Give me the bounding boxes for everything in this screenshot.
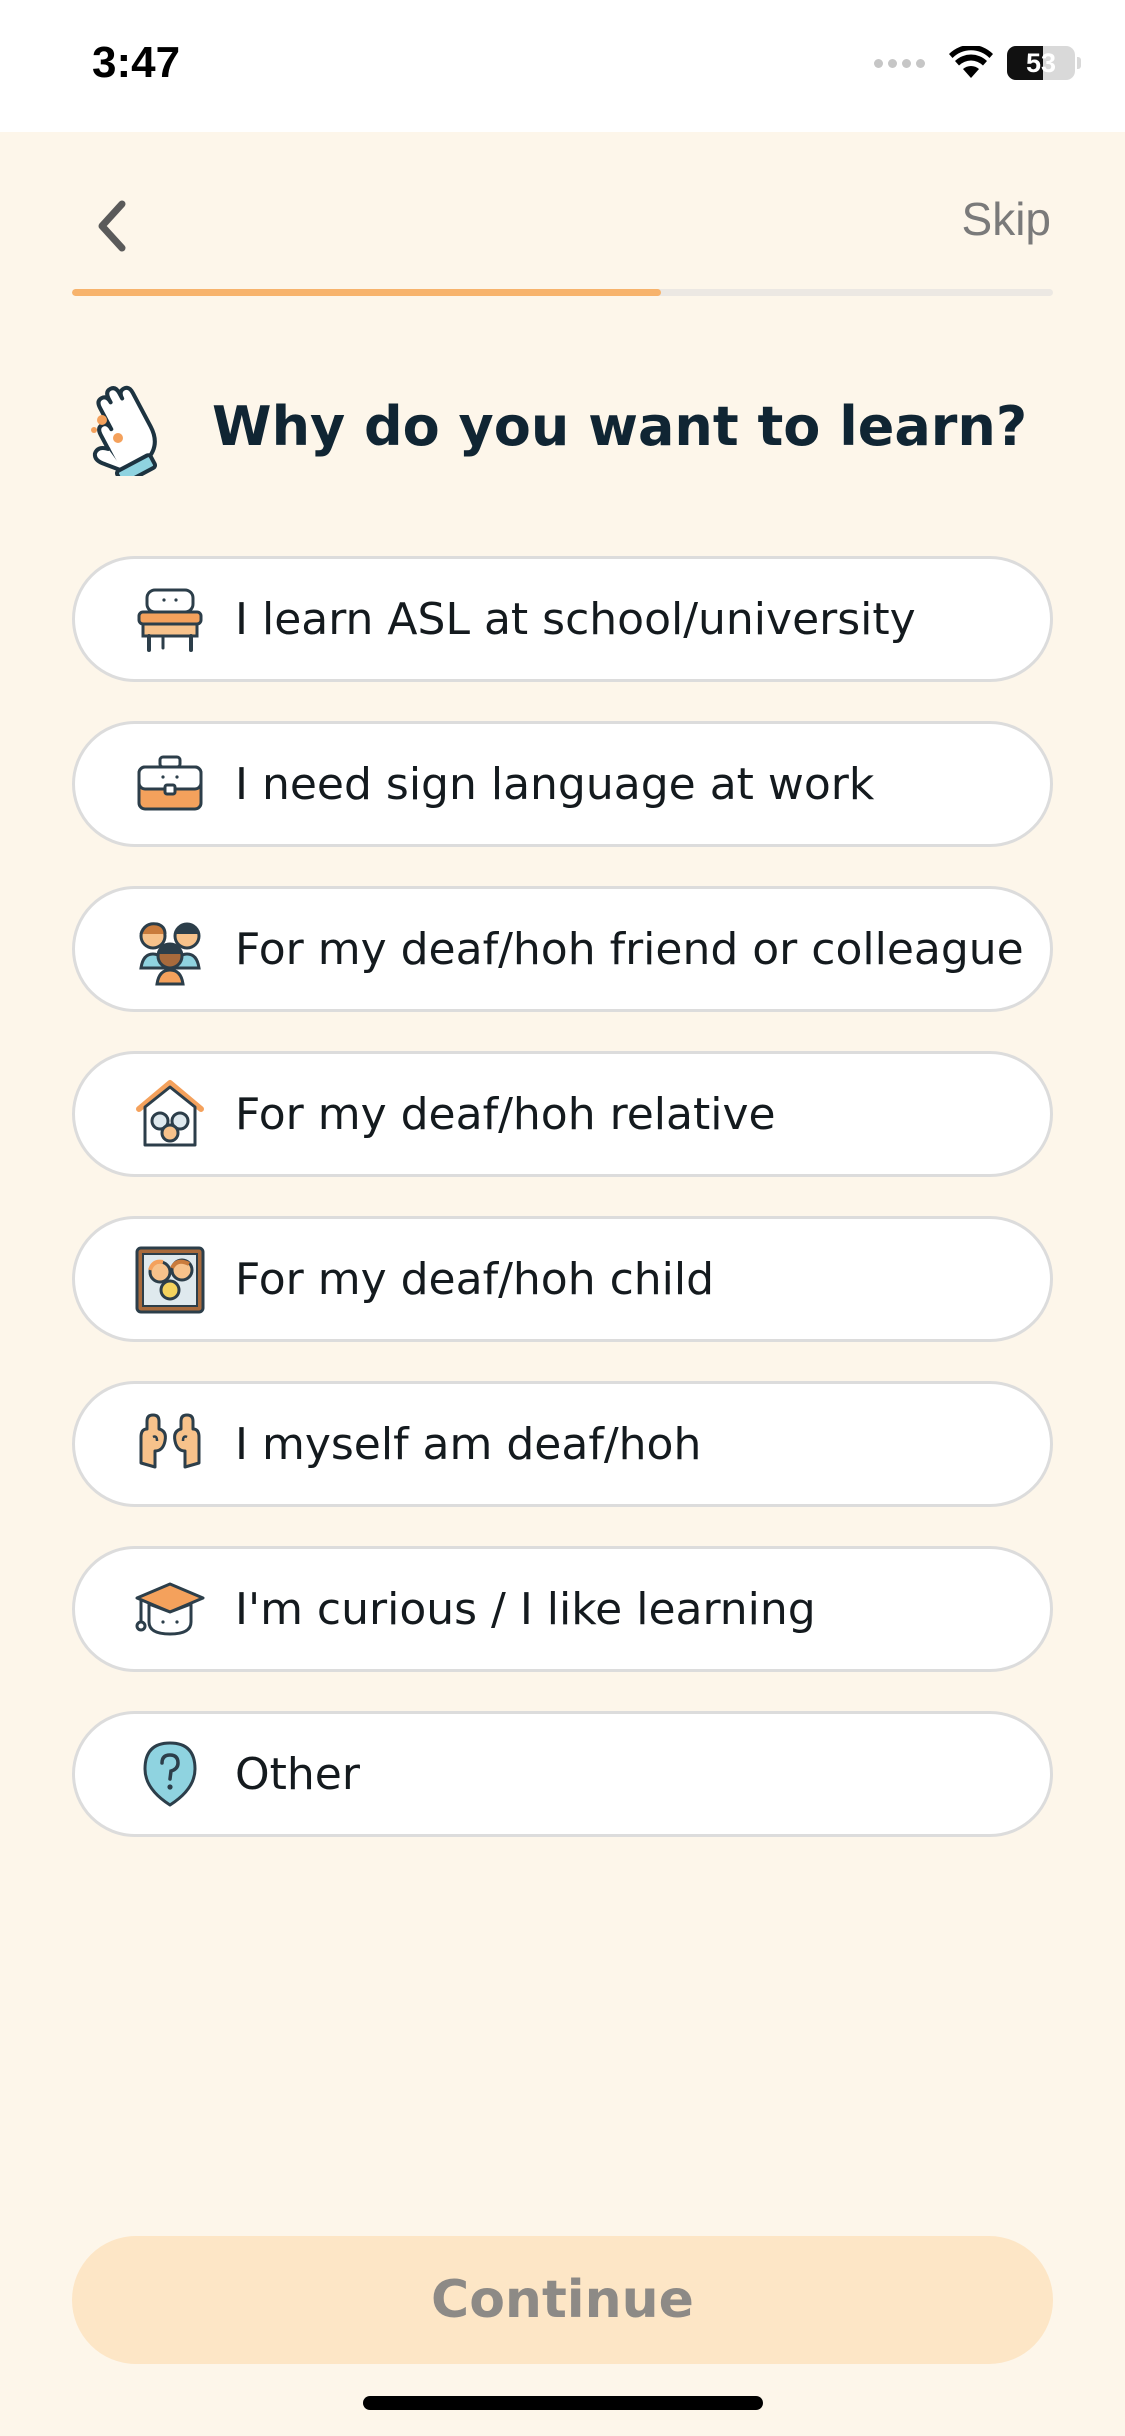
school-desk-icon <box>137 588 203 652</box>
back-button[interactable] <box>88 196 138 256</box>
question-header: Why do you want to learn? <box>72 376 1027 476</box>
battery-icon: 53 <box>1007 46 1075 80</box>
option-label: For my deaf/hoh relative <box>235 1088 776 1140</box>
option-label: I learn ASL at school/university <box>235 593 916 645</box>
skip-button[interactable]: Skip <box>962 192 1051 246</box>
option-relative[interactable]: For my deaf/hoh relative <box>72 1051 1053 1177</box>
option-friend[interactable]: For my deaf/hoh friend or colleague <box>72 886 1053 1012</box>
family-portrait-icon <box>135 1246 205 1314</box>
continue-button[interactable]: Continue <box>72 2236 1053 2364</box>
chevron-left-icon <box>98 200 126 252</box>
option-label: I need sign language at work <box>235 758 875 810</box>
option-label: For my deaf/hoh friend or colleague <box>235 923 1024 975</box>
progress-fill <box>72 289 661 296</box>
briefcase-icon <box>137 755 203 811</box>
progress-bar <box>72 289 1053 296</box>
hand-sign-icon <box>91 385 158 476</box>
status-time: 3:47 <box>92 38 181 87</box>
home-indicator[interactable] <box>363 2396 763 2410</box>
battery-level: 53 <box>1025 47 1057 78</box>
option-self[interactable]: I myself am deaf/hoh <box>72 1381 1053 1507</box>
cellular-signal-icon <box>874 58 925 68</box>
page-title: Why do you want to learn? <box>212 394 1028 458</box>
option-school[interactable]: I learn ASL at school/university <box>72 556 1053 682</box>
group-people-icon <box>139 922 201 986</box>
options-list: I learn ASL at school/university I need … <box>72 556 1053 1876</box>
option-work[interactable]: I need sign language at work <box>72 721 1053 847</box>
option-child[interactable]: For my deaf/hoh child <box>72 1216 1053 1342</box>
signing-hands-icon <box>139 1413 201 1469</box>
graduation-cap-icon <box>135 1582 205 1636</box>
battery-cap <box>1077 57 1081 69</box>
question-bubble-icon <box>143 1741 197 1807</box>
option-label: Other <box>235 1748 360 1800</box>
status-bar: 3:47 53 <box>0 0 1125 132</box>
option-curious[interactable]: I'm curious / I like learning <box>72 1546 1053 1672</box>
option-label: I'm curious / I like learning <box>235 1583 816 1635</box>
family-house-icon <box>136 1080 204 1147</box>
option-label: For my deaf/hoh child <box>235 1253 715 1305</box>
option-label: I myself am deaf/hoh <box>235 1418 702 1470</box>
status-icons: 53 <box>874 46 1081 80</box>
option-other[interactable]: Other <box>72 1711 1053 1837</box>
wifi-icon <box>949 46 993 78</box>
